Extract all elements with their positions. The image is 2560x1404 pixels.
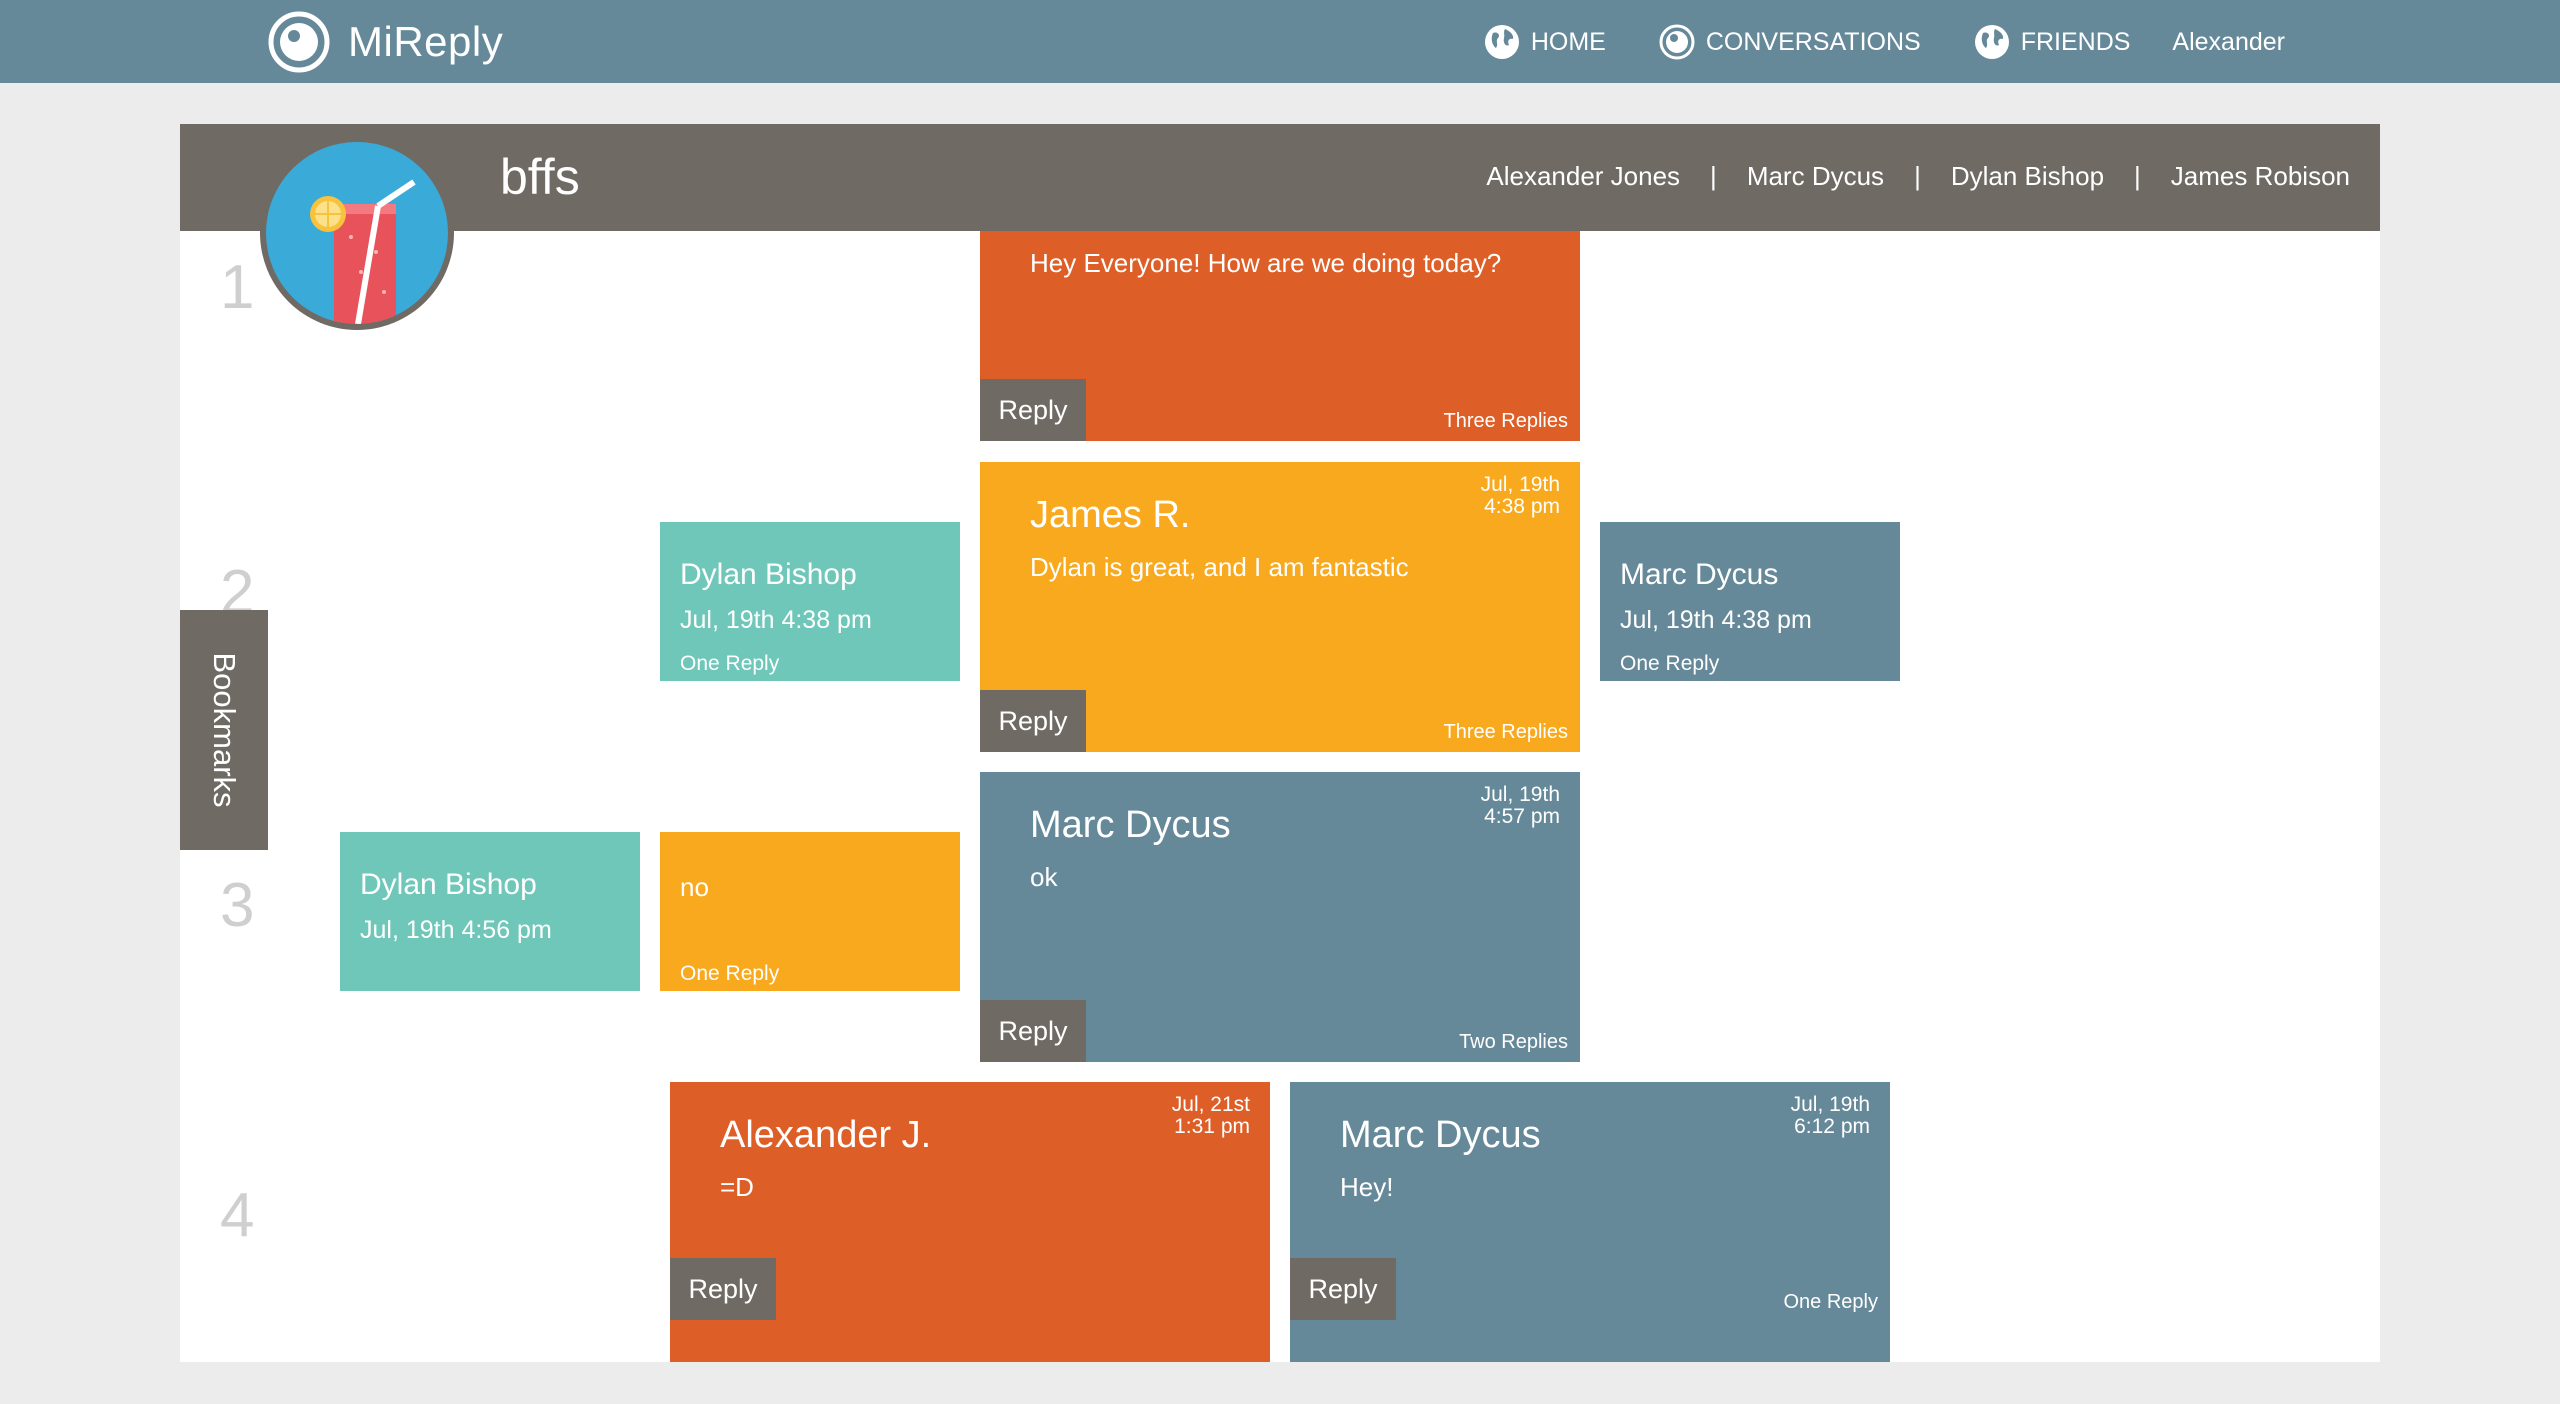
message-date: Jul, 19th 4:57 pm [1481, 784, 1560, 828]
nav-links: HOME CONVERSATIONS FRIENDS Alexander [1431, 20, 2285, 64]
member-list: Alexander Jones | Marc Dycus | Dylan Bis… [1486, 161, 2350, 192]
replies-count[interactable]: Three Replies [1443, 721, 1568, 744]
collapsed-message-card[interactable]: no One Reply [660, 832, 960, 991]
message-date: Jul, 19th 4:38 pm [680, 606, 872, 634]
message-text: Dylan is great, and I am fantastic [1030, 552, 1409, 582]
reply-button[interactable]: Reply [980, 1000, 1086, 1062]
replies-count[interactable]: One Reply [680, 962, 779, 986]
message-text: =D [720, 1172, 754, 1202]
reply-button[interactable]: Reply [980, 379, 1086, 441]
bookmarks-label: Bookmarks [207, 652, 242, 808]
message-author: Dylan Bishop [680, 558, 857, 591]
reply-button[interactable]: Reply [1290, 1258, 1396, 1320]
collapsed-message-card[interactable]: Dylan Bishop Jul, 19th 4:38 pm One Reply [660, 522, 960, 681]
drink-icon [310, 179, 416, 324]
message-date-time: 6:12 pm [1794, 1115, 1870, 1138]
message-date: Jul, 21st 1:31 pm [1172, 1094, 1250, 1138]
eye-icon [1659, 24, 1695, 60]
user-menu[interactable]: Alexander [2172, 28, 2285, 57]
conversation-avatar [260, 136, 454, 330]
message-date-time: 1:31 pm [1174, 1115, 1250, 1138]
message-author: Marc Dycus [1030, 804, 1231, 846]
replies-count[interactable]: Two Replies [1459, 1031, 1568, 1054]
globe-icon [1974, 25, 2009, 59]
message-text: Hey Everyone! How are we doing today? [1030, 248, 1502, 278]
message-date-time: 4:38 pm [1484, 495, 1560, 518]
message-card[interactable]: Marc Dycus Hey! Jul, 19th 6:12 pm One Re… [1290, 1082, 1890, 1362]
nav-home[interactable]: HOME [1483, 23, 1606, 61]
member-separator: | [1914, 161, 1921, 191]
message-author: Marc Dycus [1620, 558, 1779, 591]
member-link[interactable]: Marc Dycus [1747, 161, 1884, 192]
member-link[interactable]: Dylan Bishop [1951, 161, 2104, 192]
conversation-header: bffs Alexander Jones | Marc Dycus | Dyla… [180, 124, 2380, 231]
nav-friends-label: FRIENDS [2020, 27, 2131, 56]
replies-count[interactable]: One Reply [1784, 1291, 1879, 1314]
member-separator: | [1710, 161, 1717, 191]
replies-count[interactable]: Three Replies [1443, 410, 1568, 433]
reply-button[interactable]: Reply [980, 690, 1086, 752]
message-date-day: Jul, 19th [1480, 473, 1560, 496]
message-author: James R. [1030, 494, 1191, 536]
message-date: Jul, 19th 4:38 pm [1481, 474, 1560, 518]
bookmarks-tab[interactable]: Bookmarks [180, 610, 268, 850]
row-number: 3 [220, 871, 255, 940]
message-date-time: 4:57 pm [1484, 805, 1560, 828]
brand-logo[interactable]: MiReply [268, 11, 503, 73]
eye-logo-icon [268, 11, 330, 73]
message-date-day: Jul, 19th [1480, 783, 1560, 806]
nav-conversations[interactable]: CONVERSATIONS [1658, 23, 1921, 61]
message-author: Marc Dycus [1340, 1114, 1541, 1156]
message-text: Hey! [1340, 1172, 1394, 1202]
message-date-day: Jul, 21st [1171, 1093, 1250, 1116]
member-link[interactable]: Alexander Jones [1486, 161, 1680, 192]
brand-name: MiReply [348, 18, 504, 65]
message-card[interactable]: Marc Dycus ok Jul, 19th 4:57 pm Two Repl… [980, 772, 1580, 1062]
message-text: ok [1030, 862, 1058, 892]
reply-button[interactable]: Reply [670, 1258, 776, 1320]
message-text: no [680, 872, 709, 902]
message-date-day: Jul, 19th [1790, 1093, 1870, 1116]
nav-home-label: HOME [1530, 27, 1606, 56]
nav-conversations-label: CONVERSATIONS [1705, 27, 1921, 56]
nav-friends[interactable]: FRIENDS [1973, 23, 2131, 61]
member-link[interactable]: James Robison [2171, 161, 2350, 192]
collapsed-message-card[interactable]: Dylan Bishop Jul, 19th 4:56 pm [340, 832, 640, 991]
message-card[interactable]: Alexander J. =D Jul, 21st 1:31 pm Reply [670, 1082, 1270, 1362]
globe-icon [1484, 25, 1519, 59]
message-author: Alexander J. [720, 1114, 932, 1156]
message-card[interactable]: Hey Everyone! How are we doing today? Th… [980, 231, 1580, 441]
message-date: Jul, 19th 6:12 pm [1791, 1094, 1870, 1138]
message-date: Jul, 19th 4:38 pm [1620, 606, 1812, 634]
message-card[interactable]: James R. Dylan is great, and I am fantas… [980, 462, 1580, 752]
row-number: 4 [220, 1181, 255, 1250]
collapsed-message-card[interactable]: Marc Dycus Jul, 19th 4:38 pm One Reply [1600, 522, 1900, 681]
member-separator: | [2134, 161, 2141, 191]
message-date: Jul, 19th 4:56 pm [360, 916, 552, 944]
message-author: Dylan Bishop [360, 868, 537, 901]
row-number: 1 [220, 253, 255, 322]
replies-count[interactable]: One Reply [680, 652, 779, 676]
conversation-title: bffs [500, 149, 580, 205]
conversation-panel: bffs Alexander Jones | Marc Dycus | Dyla… [180, 124, 2380, 1362]
replies-count[interactable]: One Reply [1620, 652, 1719, 676]
top-navbar: MiReply HOME CONVERSATIONS FRIENDS Alexa… [0, 0, 2560, 83]
